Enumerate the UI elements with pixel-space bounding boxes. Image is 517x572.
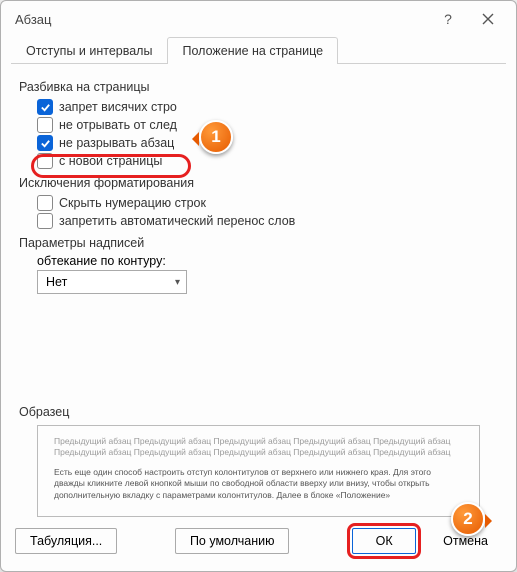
option-widow-control[interactable]: запрет висячих стро [19,98,498,116]
tab-label: Отступы и интервалы [26,44,152,58]
group-pagination: Разбивка на страницы [19,80,498,94]
preview-grey-text: Предыдущий абзац Предыдущий абзац Предыд… [54,436,463,459]
preview-box: Предыдущий абзац Предыдущий абзац Предыд… [37,425,480,517]
option-keep-with-next[interactable]: не отрывать от след [19,116,498,134]
option-label: Скрыть нумерацию строк [59,196,206,210]
tab-position[interactable]: Положение на странице [167,37,338,64]
option-suppress-line-numbers[interactable]: Скрыть нумерацию строк [19,194,498,212]
option-label: запрет висячих стро [59,100,177,114]
tab-indents[interactable]: Отступы и интервалы [11,37,167,64]
chevron-down-icon: ▾ [175,277,180,288]
wrap-label: обтекание по контуру: [37,254,498,268]
paragraph-dialog: Абзац ? Отступы и интервалы Положение на… [0,0,517,572]
checkbox[interactable] [37,195,53,211]
close-button[interactable] [468,5,508,33]
dialog-footer: Табуляция... По умолчанию ОК Отмена [15,523,502,559]
checkbox[interactable] [37,117,53,133]
tab-label: Положение на странице [182,44,323,58]
checkbox[interactable] [37,213,53,229]
wrap-select[interactable]: Нет ▾ [37,270,187,294]
default-button[interactable]: По умолчанию [175,528,290,554]
annotation-badge-2: 2 [451,502,485,536]
titlebar: Абзац ? [1,1,516,37]
close-icon [482,13,494,25]
option-label: не отрывать от след [59,118,177,132]
dialog-content: Разбивка на страницы запрет висячих стро… [1,64,516,294]
annotation-highlight-1 [31,154,191,178]
window-title: Абзац [15,12,428,27]
group-textbox-params: Параметры надписей [19,236,498,250]
checkbox[interactable] [37,99,53,115]
select-value: Нет [46,275,67,289]
preview-sample-text: Есть еще один способ настроить отступ ко… [54,467,463,501]
ok-button[interactable]: ОК [352,528,416,554]
checkbox[interactable] [37,135,53,151]
tabs-button[interactable]: Табуляция... [15,528,117,554]
option-label: запретить автоматический перенос слов [59,214,295,228]
preview-label: Образец [19,405,69,419]
option-keep-together[interactable]: не разрывать абзац [19,134,498,152]
tabstrip: Отступы и интервалы Положение на страниц… [11,37,506,64]
option-no-hyphenation[interactable]: запретить автоматический перенос слов [19,212,498,230]
annotation-badge-1: 1 [199,120,233,154]
group-format-exceptions: Исключения форматирования [19,176,498,190]
annotation-highlight-2: ОК [347,523,421,559]
option-label: не разрывать абзац [59,136,174,150]
help-button[interactable]: ? [428,5,468,33]
